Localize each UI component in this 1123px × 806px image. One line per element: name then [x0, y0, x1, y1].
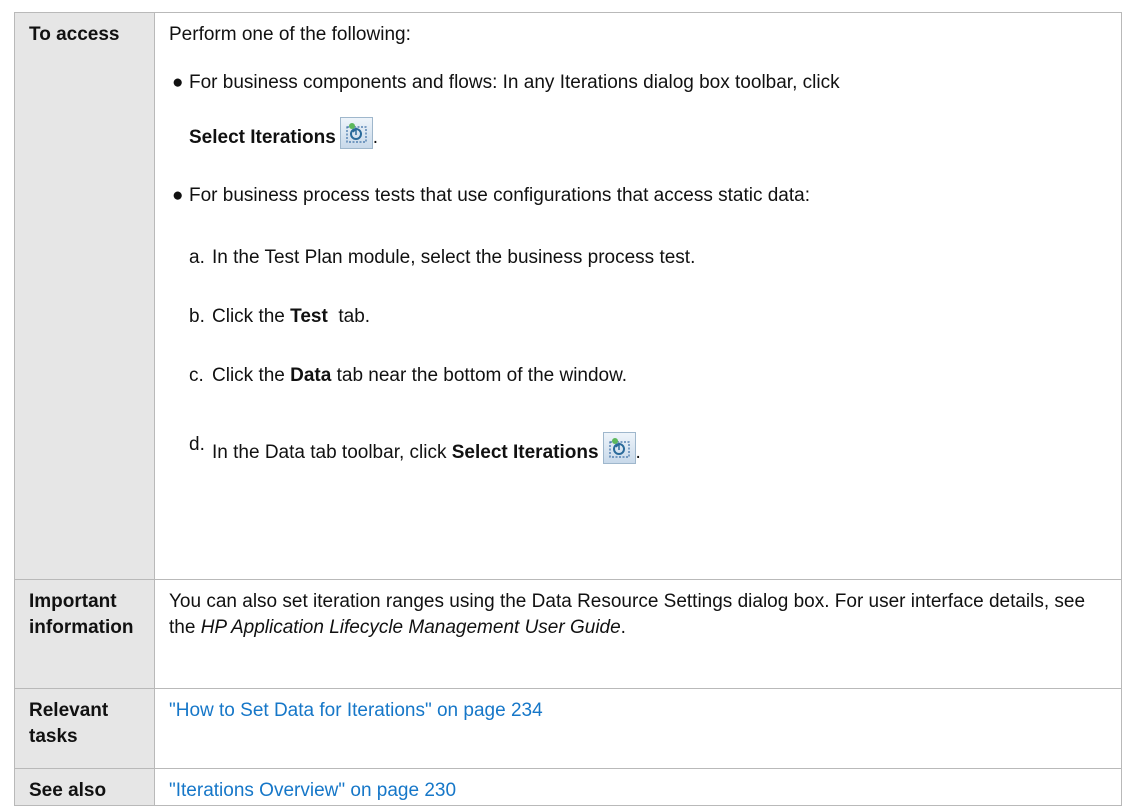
select-iterations-icon[interactable] — [602, 432, 636, 464]
intro-text: Perform one of the following: — [169, 24, 411, 45]
row-body-to-access: Perform one of the following: ● For busi… — [154, 12, 1122, 580]
list-item-business-process-tests: ● For business process tests that use co… — [169, 183, 1107, 466]
step-b-post: tab. — [327, 306, 371, 327]
list-item-step-b: b. Click the Test tab. — [189, 304, 1107, 330]
link-iterations-overview[interactable]: "Iterations Overview" on page 230 — [169, 780, 456, 801]
bullet1-line2: Select Iterations . — [189, 117, 1107, 151]
row-header-see-also: See also — [14, 768, 155, 806]
bullet-icon: ● — [172, 185, 184, 206]
select-iterations-label: Select Iterations — [189, 127, 336, 148]
row-header-relevant-tasks: Relevant tasks — [14, 688, 155, 769]
link-how-to-set-data[interactable]: "How to Set Data for Iterations" on page… — [169, 700, 543, 721]
row-body-relevant-tasks: "How to Set Data for Iterations" on page… — [154, 688, 1122, 769]
list-item-step-d: d. In the Data tab toolbar, click Select… — [189, 432, 1107, 466]
step-c-post: tab near the bottom of the window. — [331, 365, 628, 386]
access-options-list: ● For business components and flows: In … — [169, 70, 1107, 466]
step-b-bold: Test — [290, 306, 328, 327]
list-item-step-a: a. In the Test Plan module, select the b… — [189, 245, 1107, 271]
step-a-text: In the Test Plan module, select the busi… — [212, 247, 696, 268]
important-end: . — [620, 617, 626, 638]
step-d-bold: Select Iterations — [451, 442, 599, 463]
row-body-important-information: You can also set iteration ranges using … — [154, 579, 1122, 689]
table-row-see-also: See also "Iterations Overview" on page 2… — [14, 768, 1122, 806]
step-letter: c. — [189, 365, 204, 386]
step-letter: b. — [189, 306, 205, 327]
table-row-to-access: To access Perform one of the following: … — [14, 12, 1122, 580]
bullet-icon: ● — [172, 72, 184, 93]
steps-list: a. In the Test Plan module, select the b… — [189, 245, 1107, 466]
row-header-to-access: To access — [14, 12, 155, 580]
step-b-pre: Click the — [212, 306, 291, 327]
table-row-important-information: Important information You can also set i… — [14, 579, 1122, 689]
row-header-important-information: Important information — [14, 579, 155, 689]
list-item-business-components: ● For business components and flows: In … — [169, 70, 1107, 151]
bullet2-text: For business process tests that use conf… — [189, 185, 810, 206]
step-d-end: . — [635, 442, 641, 463]
step-letter: d. — [189, 434, 205, 455]
list-item-step-c: c. Click the Data tab near the bottom of… — [189, 363, 1107, 389]
step-letter: a. — [189, 247, 205, 268]
table-row-relevant-tasks: Relevant tasks "How to Set Data for Iter… — [14, 688, 1122, 769]
bullet1-end: . — [372, 127, 379, 148]
step-c-bold: Data — [290, 365, 332, 386]
reference-table: To access Perform one of the following: … — [14, 12, 1122, 806]
select-iterations-icon[interactable] — [339, 117, 373, 149]
step-d-pre: In the Data tab toolbar, click — [212, 442, 452, 463]
user-guide-title: HP Application Lifecycle Management User… — [200, 617, 621, 638]
bullet1-text: For business components and flows: In an… — [189, 72, 840, 93]
row-body-see-also: "Iterations Overview" on page 230 — [154, 768, 1122, 806]
step-c-pre: Click the — [212, 365, 291, 386]
